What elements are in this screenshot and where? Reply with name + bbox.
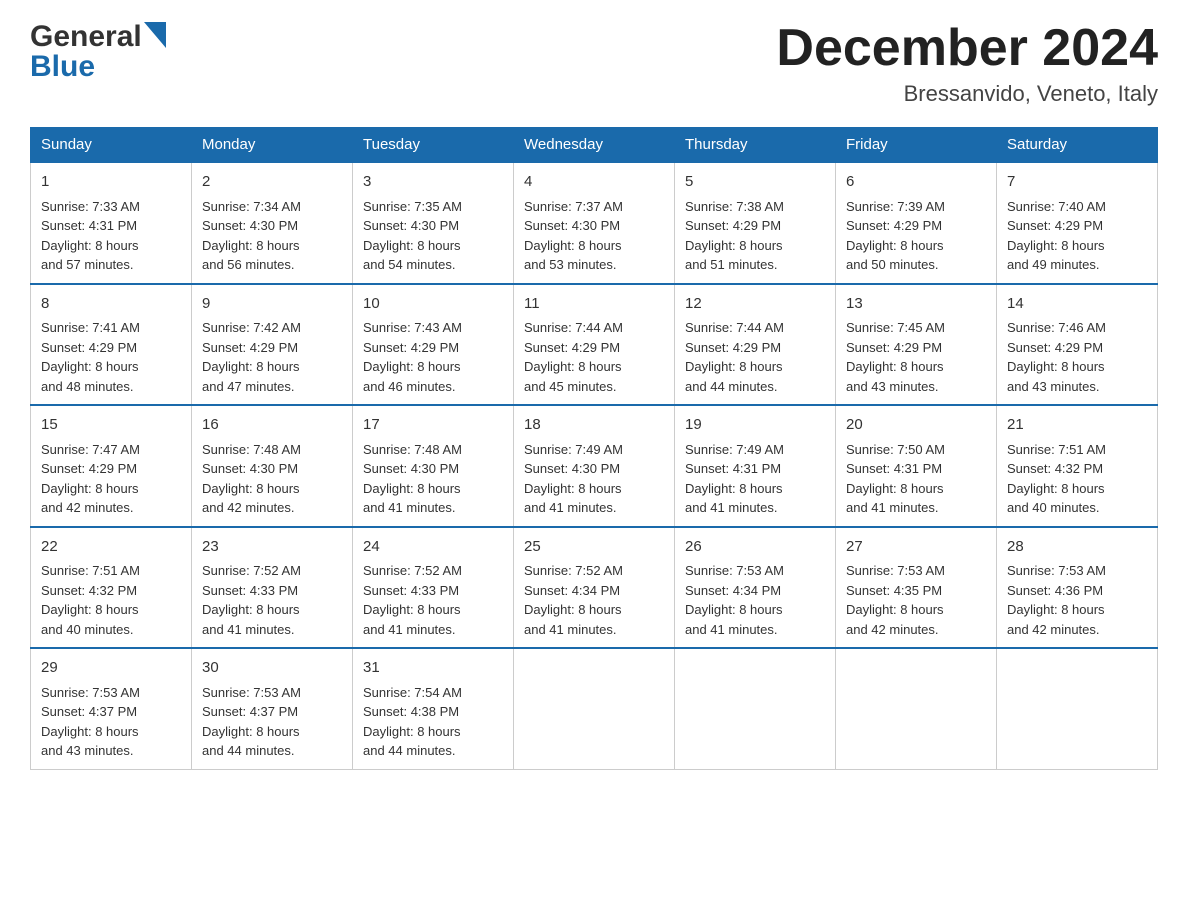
day-cell: 27Sunrise: 7:53 AMSunset: 4:35 PMDayligh…: [836, 527, 997, 649]
day-cell: [514, 648, 675, 769]
day-cell: 24Sunrise: 7:52 AMSunset: 4:33 PMDayligh…: [353, 527, 514, 649]
day-header-tuesday: Tuesday: [353, 128, 514, 163]
day-cell: 4Sunrise: 7:37 AMSunset: 4:30 PMDaylight…: [514, 162, 675, 284]
day-cell: 22Sunrise: 7:51 AMSunset: 4:32 PMDayligh…: [31, 527, 192, 649]
week-row-4: 22Sunrise: 7:51 AMSunset: 4:32 PMDayligh…: [31, 527, 1158, 649]
day-number: 19: [685, 414, 825, 437]
day-cell: 9Sunrise: 7:42 AMSunset: 4:29 PMDaylight…: [192, 284, 353, 406]
day-cell: 16Sunrise: 7:48 AMSunset: 4:30 PMDayligh…: [192, 405, 353, 527]
day-number: 1: [41, 171, 181, 194]
day-cell: 20Sunrise: 7:50 AMSunset: 4:31 PMDayligh…: [836, 405, 997, 527]
day-number: 20: [846, 414, 986, 437]
day-number: 24: [363, 536, 503, 559]
day-cell: 19Sunrise: 7:49 AMSunset: 4:31 PMDayligh…: [675, 405, 836, 527]
day-header-thursday: Thursday: [675, 128, 836, 163]
day-number: 4: [524, 171, 664, 194]
day-cell: 13Sunrise: 7:45 AMSunset: 4:29 PMDayligh…: [836, 284, 997, 406]
logo-blue-text: Blue: [30, 50, 95, 84]
day-cell: 15Sunrise: 7:47 AMSunset: 4:29 PMDayligh…: [31, 405, 192, 527]
location-title: Bressanvido, Veneto, Italy: [776, 81, 1158, 107]
day-cell: 26Sunrise: 7:53 AMSunset: 4:34 PMDayligh…: [675, 527, 836, 649]
day-number: 25: [524, 536, 664, 559]
day-number: 13: [846, 293, 986, 316]
day-cell: 21Sunrise: 7:51 AMSunset: 4:32 PMDayligh…: [997, 405, 1158, 527]
day-cell: 6Sunrise: 7:39 AMSunset: 4:29 PMDaylight…: [836, 162, 997, 284]
day-number: 7: [1007, 171, 1147, 194]
day-number: 11: [524, 293, 664, 316]
logo: General Blue: [30, 20, 168, 84]
day-cell: 1Sunrise: 7:33 AMSunset: 4:31 PMDaylight…: [31, 162, 192, 284]
day-number: 28: [1007, 536, 1147, 559]
day-number: 2: [202, 171, 342, 194]
calendar-table: SundayMondayTuesdayWednesdayThursdayFrid…: [30, 127, 1158, 770]
day-cell: 31Sunrise: 7:54 AMSunset: 4:38 PMDayligh…: [353, 648, 514, 769]
day-number: 6: [846, 171, 986, 194]
day-number: 23: [202, 536, 342, 559]
day-cell: 7Sunrise: 7:40 AMSunset: 4:29 PMDaylight…: [997, 162, 1158, 284]
logo-arrow-icon: [144, 22, 166, 53]
day-number: 9: [202, 293, 342, 316]
day-cell: 28Sunrise: 7:53 AMSunset: 4:36 PMDayligh…: [997, 527, 1158, 649]
week-row-1: 1Sunrise: 7:33 AMSunset: 4:31 PMDaylight…: [31, 162, 1158, 284]
day-number: 26: [685, 536, 825, 559]
day-number: 3: [363, 171, 503, 194]
day-cell: 2Sunrise: 7:34 AMSunset: 4:30 PMDaylight…: [192, 162, 353, 284]
day-cell: 12Sunrise: 7:44 AMSunset: 4:29 PMDayligh…: [675, 284, 836, 406]
day-cell: 3Sunrise: 7:35 AMSunset: 4:30 PMDaylight…: [353, 162, 514, 284]
day-cell: 23Sunrise: 7:52 AMSunset: 4:33 PMDayligh…: [192, 527, 353, 649]
day-cell: [836, 648, 997, 769]
day-number: 8: [41, 293, 181, 316]
day-cell: 30Sunrise: 7:53 AMSunset: 4:37 PMDayligh…: [192, 648, 353, 769]
logo-general-text: General: [30, 20, 142, 54]
title-block: December 2024 Bressanvido, Veneto, Italy: [776, 20, 1158, 107]
day-cell: 5Sunrise: 7:38 AMSunset: 4:29 PMDaylight…: [675, 162, 836, 284]
day-cell: [997, 648, 1158, 769]
day-number: 15: [41, 414, 181, 437]
day-cell: 17Sunrise: 7:48 AMSunset: 4:30 PMDayligh…: [353, 405, 514, 527]
day-number: 29: [41, 657, 181, 680]
day-number: 22: [41, 536, 181, 559]
day-number: 27: [846, 536, 986, 559]
day-cell: 8Sunrise: 7:41 AMSunset: 4:29 PMDaylight…: [31, 284, 192, 406]
day-header-saturday: Saturday: [997, 128, 1158, 163]
day-cell: [675, 648, 836, 769]
day-number: 17: [363, 414, 503, 437]
day-cell: 18Sunrise: 7:49 AMSunset: 4:30 PMDayligh…: [514, 405, 675, 527]
day-header-sunday: Sunday: [31, 128, 192, 163]
month-title: December 2024: [776, 20, 1158, 77]
week-row-5: 29Sunrise: 7:53 AMSunset: 4:37 PMDayligh…: [31, 648, 1158, 769]
day-number: 16: [202, 414, 342, 437]
day-cell: 29Sunrise: 7:53 AMSunset: 4:37 PMDayligh…: [31, 648, 192, 769]
day-header-monday: Monday: [192, 128, 353, 163]
day-number: 21: [1007, 414, 1147, 437]
day-number: 14: [1007, 293, 1147, 316]
day-cell: 11Sunrise: 7:44 AMSunset: 4:29 PMDayligh…: [514, 284, 675, 406]
week-row-3: 15Sunrise: 7:47 AMSunset: 4:29 PMDayligh…: [31, 405, 1158, 527]
day-header-friday: Friday: [836, 128, 997, 163]
page-header: General Blue December 2024 Bressanvido, …: [30, 20, 1158, 107]
day-header-wednesday: Wednesday: [514, 128, 675, 163]
day-number: 18: [524, 414, 664, 437]
header-row: SundayMondayTuesdayWednesdayThursdayFrid…: [31, 128, 1158, 163]
day-number: 31: [363, 657, 503, 680]
day-cell: 25Sunrise: 7:52 AMSunset: 4:34 PMDayligh…: [514, 527, 675, 649]
day-number: 10: [363, 293, 503, 316]
week-row-2: 8Sunrise: 7:41 AMSunset: 4:29 PMDaylight…: [31, 284, 1158, 406]
day-cell: 14Sunrise: 7:46 AMSunset: 4:29 PMDayligh…: [997, 284, 1158, 406]
day-number: 30: [202, 657, 342, 680]
day-number: 12: [685, 293, 825, 316]
day-number: 5: [685, 171, 825, 194]
day-cell: 10Sunrise: 7:43 AMSunset: 4:29 PMDayligh…: [353, 284, 514, 406]
